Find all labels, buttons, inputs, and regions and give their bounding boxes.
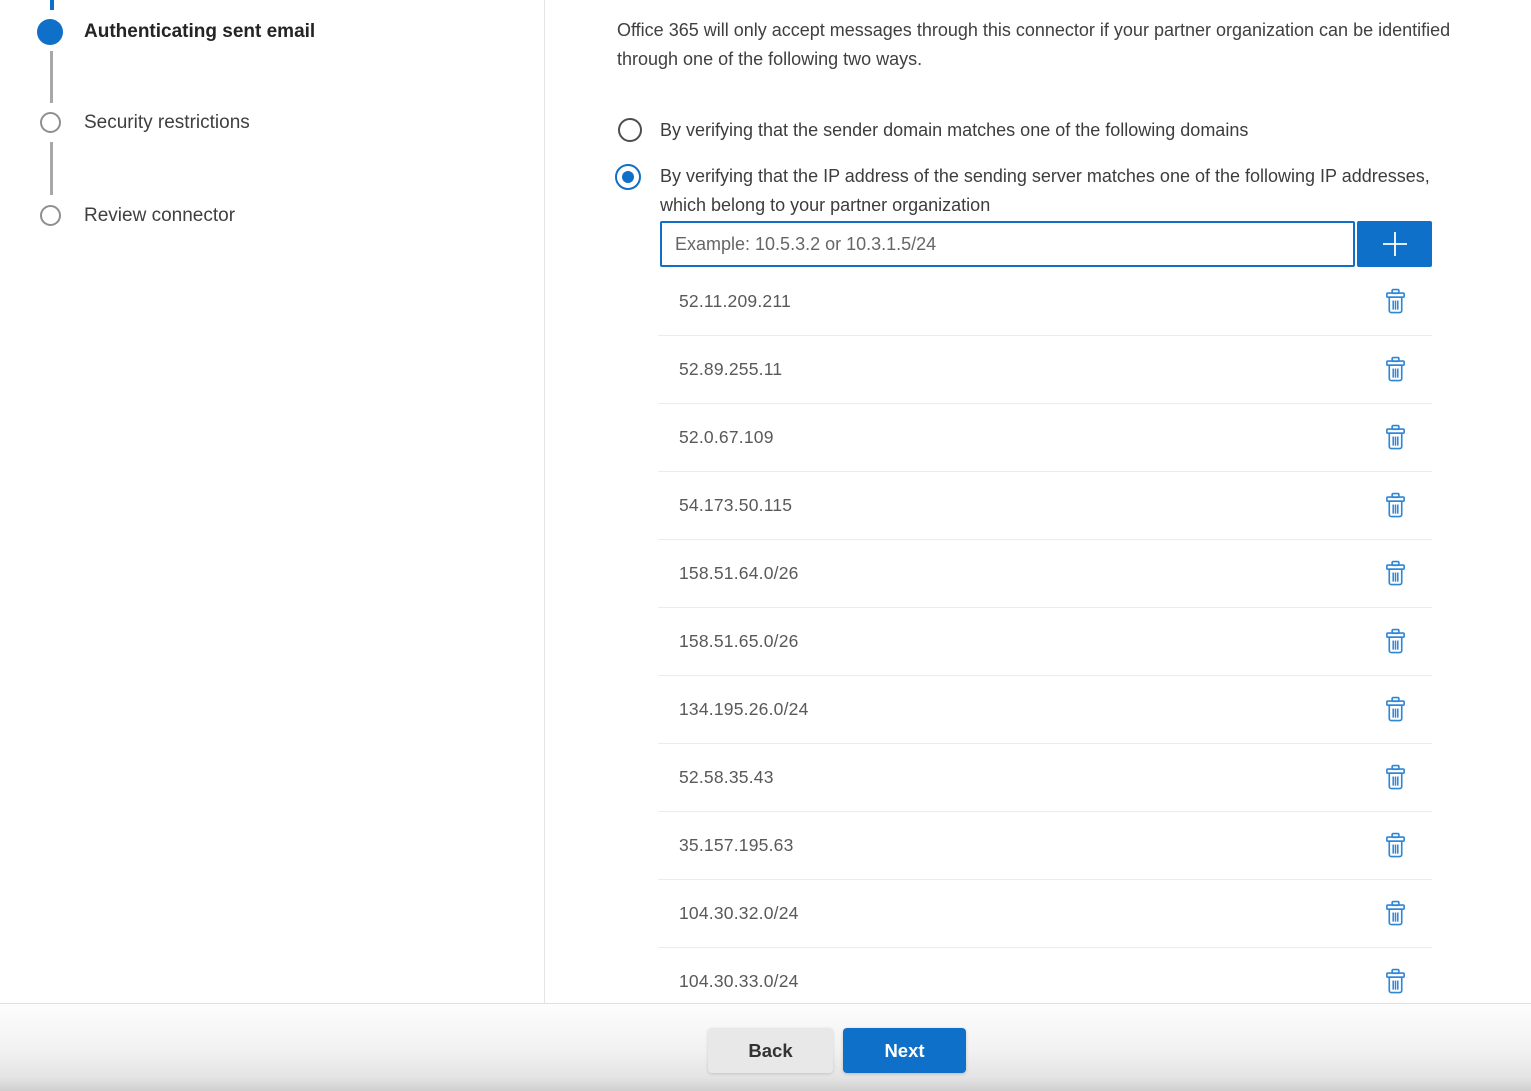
ip-address-value: 104.30.33.0/24 [679,971,799,992]
radio-option-label: By verifying that the IP address of the … [660,162,1440,219]
radio-option-label: By verifying that the sender domain matc… [660,116,1248,145]
trash-icon [1384,492,1407,519]
delete-ip-button[interactable] [1384,764,1407,791]
ip-address-input[interactable] [660,221,1355,267]
step-connector-line [50,51,53,103]
ip-row: 104.30.32.0/24 [658,880,1432,948]
trash-icon [1384,288,1407,315]
ip-address-value: 158.51.65.0/26 [679,631,799,652]
trash-icon [1384,968,1407,995]
ip-address-value: 52.0.67.109 [679,427,774,448]
step-pending-circle-icon [40,205,61,226]
trash-icon [1384,900,1407,927]
trash-icon [1384,628,1407,655]
step-review-connector: Review connector [84,205,235,227]
delete-ip-button[interactable] [1384,832,1407,859]
ip-row: 35.157.195.63 [658,812,1432,880]
ip-row: 52.0.67.109 [658,404,1432,472]
add-ip-button[interactable] [1357,221,1432,267]
ip-address-value: 104.30.32.0/24 [679,903,799,924]
step-pending-circle-icon [40,112,61,133]
delete-ip-button[interactable] [1384,968,1407,995]
ip-row: 104.30.33.0/24 [658,948,1432,1003]
ip-address-list: 52.11.209.211 52.89.255.11 [658,268,1432,1003]
wizard-footer: Back Next [0,1003,1531,1091]
ip-row: 54.173.50.115 [658,472,1432,540]
step-connector-line [50,142,53,195]
ip-address-value: 52.58.35.43 [679,767,774,788]
delete-ip-button[interactable] [1384,356,1407,383]
ip-address-value: 54.173.50.115 [679,495,792,516]
back-button[interactable]: Back [708,1028,833,1073]
ip-address-value: 52.89.255.11 [679,359,782,380]
step-active-dot-icon [37,19,63,45]
ip-row: 158.51.65.0/26 [658,608,1432,676]
trash-icon [1384,696,1407,723]
radio-option-ip-address[interactable]: By verifying that the IP address of the … [615,162,1440,219]
intro-text: Office 365 will only accept messages thr… [617,16,1512,74]
radio-unselected-icon[interactable] [618,118,642,142]
delete-ip-button[interactable] [1384,900,1407,927]
delete-ip-button[interactable] [1384,628,1407,655]
ip-row: 52.89.255.11 [658,336,1432,404]
step-authenticating-sent-email: Authenticating sent email [84,21,315,43]
trash-icon [1384,356,1407,383]
plus-icon [1380,229,1410,259]
step-security-restrictions: Security restrictions [84,112,250,134]
wizard-steps-sidebar: Authenticating sent email Security restr… [0,0,545,1003]
ip-row: 52.11.209.211 [658,268,1432,336]
ip-address-value: 35.157.195.63 [679,835,794,856]
delete-ip-button[interactable] [1384,560,1407,587]
delete-ip-button[interactable] [1384,492,1407,519]
trash-icon [1384,832,1407,859]
next-button[interactable]: Next [843,1028,966,1073]
trash-icon [1384,560,1407,587]
step-connector-line-completed [50,0,54,10]
ip-row: 134.195.26.0/24 [658,676,1432,744]
delete-ip-button[interactable] [1384,424,1407,451]
ip-address-value: 158.51.64.0/26 [679,563,799,584]
trash-icon [1384,764,1407,791]
ip-address-value: 52.11.209.211 [679,291,791,312]
ip-row: 52.58.35.43 [658,744,1432,812]
radio-selected-icon[interactable] [615,164,641,190]
ip-address-value: 134.195.26.0/24 [679,699,809,720]
radio-option-sender-domain[interactable]: By verifying that the sender domain matc… [618,116,1248,145]
ip-row: 158.51.64.0/26 [658,540,1432,608]
delete-ip-button[interactable] [1384,696,1407,723]
trash-icon [1384,424,1407,451]
ip-entry-row [660,221,1432,267]
wizard-content-panel: Office 365 will only accept messages thr… [546,0,1531,1003]
delete-ip-button[interactable] [1384,288,1407,315]
